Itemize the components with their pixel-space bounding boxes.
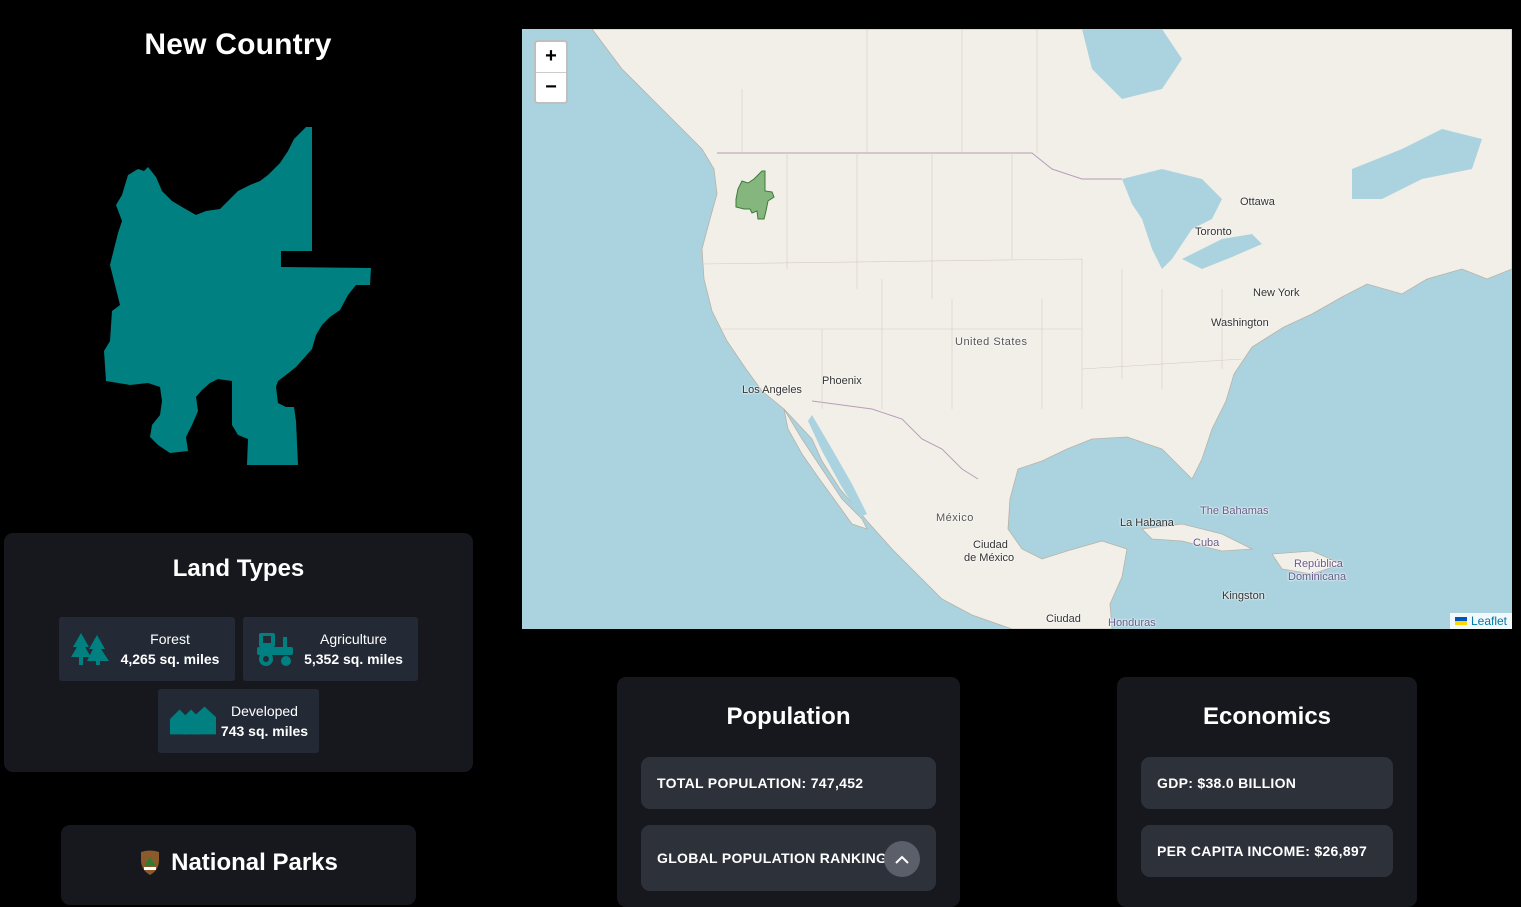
map-view[interactable]: + − Ottawa Toronto New York Washington U… xyxy=(522,29,1512,629)
map-label-kingston: Kingston xyxy=(1222,590,1265,602)
land-item-name: Forest xyxy=(150,631,190,647)
gdp-stat: GDP: $38.0 BILLION xyxy=(1141,757,1393,809)
map-tiles xyxy=(591,29,1512,629)
country-title: New Country xyxy=(144,28,332,61)
land-item-name: Agriculture xyxy=(320,631,387,647)
map-attribution[interactable]: Leaflet xyxy=(1449,613,1512,629)
zoom-out-button[interactable]: − xyxy=(536,73,566,103)
total-population-stat: TOTAL POPULATION: 747,452 xyxy=(641,757,936,809)
forest-icon xyxy=(71,633,109,665)
gdp-text: GDP: $38.0 BILLION xyxy=(1157,775,1297,791)
tractor-icon xyxy=(257,633,293,666)
national-parks-card: National Parks xyxy=(61,825,416,905)
land-item-value: 743 sq. miles xyxy=(220,723,309,739)
map-label-toronto: Toronto xyxy=(1195,226,1232,238)
per-capita-text: PER CAPITA INCOME: $26,897 xyxy=(1157,843,1368,859)
country-shape xyxy=(104,127,371,465)
map-label-ottawa: Ottawa xyxy=(1240,196,1275,208)
map-label-mexico: México xyxy=(936,512,974,524)
land-item-developed: Developed 743 sq. miles xyxy=(158,689,319,753)
map-label-new-york: New York xyxy=(1253,287,1300,299)
land-item-value: 4,265 sq. miles xyxy=(120,651,220,667)
chevron-up-icon[interactable] xyxy=(884,841,920,877)
population-card: Population TOTAL POPULATION: 747,452 GLO… xyxy=(617,677,960,907)
total-population-text: TOTAL POPULATION: 747,452 xyxy=(657,775,864,791)
map-label-los-angeles: Los Angeles xyxy=(742,384,802,396)
map-label-republica-2: Dominicana xyxy=(1288,571,1347,583)
map-label-ciudad-2: de México xyxy=(964,552,1015,564)
map-label-republica-1: República xyxy=(1294,558,1343,570)
map-label-ciudad-1: Ciudad xyxy=(973,539,1008,551)
map-label-cuba: Cuba xyxy=(1193,537,1220,549)
economics-card: Economics GDP: $38.0 BILLION PER CAPITA … xyxy=(1117,677,1417,907)
map-label-bahamas: The Bahamas xyxy=(1200,505,1269,517)
national-parks-title: National Parks xyxy=(171,849,338,876)
park-badge-icon xyxy=(141,850,160,875)
population-title: Population xyxy=(726,703,851,730)
map-label-washington: Washington xyxy=(1211,317,1269,329)
map-label-united-states: United States xyxy=(955,336,1028,348)
zoom-in-button[interactable]: + xyxy=(536,42,566,73)
land-item-name: Developed xyxy=(231,703,298,719)
national-parks-heading: National Parks xyxy=(61,825,416,877)
houses-icon xyxy=(170,706,216,735)
economics-title: Economics xyxy=(1202,703,1332,730)
per-capita-stat: PER CAPITA INCOME: $26,897 xyxy=(1141,825,1393,877)
land-item-forest: Forest 4,265 sq. miles xyxy=(59,617,235,681)
ukraine-flag-icon xyxy=(1454,617,1467,625)
global-ranking-stat[interactable]: GLOBAL POPULATION RANKING xyxy=(641,825,936,891)
attribution-link[interactable]: Leaflet xyxy=(1471,614,1507,628)
land-item-value: 5,352 sq. miles xyxy=(304,651,403,667)
zoom-control: + − xyxy=(534,40,568,104)
map-label-la-habana: La Habana xyxy=(1120,517,1174,529)
global-ranking-text: GLOBAL POPULATION RANKING xyxy=(657,850,888,866)
land-types-title: Land Types xyxy=(172,555,305,582)
map-label-phoenix: Phoenix xyxy=(822,375,862,387)
map-label-ciudad-bottom: Ciudad xyxy=(1046,613,1081,625)
land-types-card: Land Types Forest 4,265 sq. miles Agricu… xyxy=(4,533,473,772)
map-label-honduras: Honduras xyxy=(1108,617,1156,629)
land-item-agriculture: Agriculture 5,352 sq. miles xyxy=(243,617,418,681)
